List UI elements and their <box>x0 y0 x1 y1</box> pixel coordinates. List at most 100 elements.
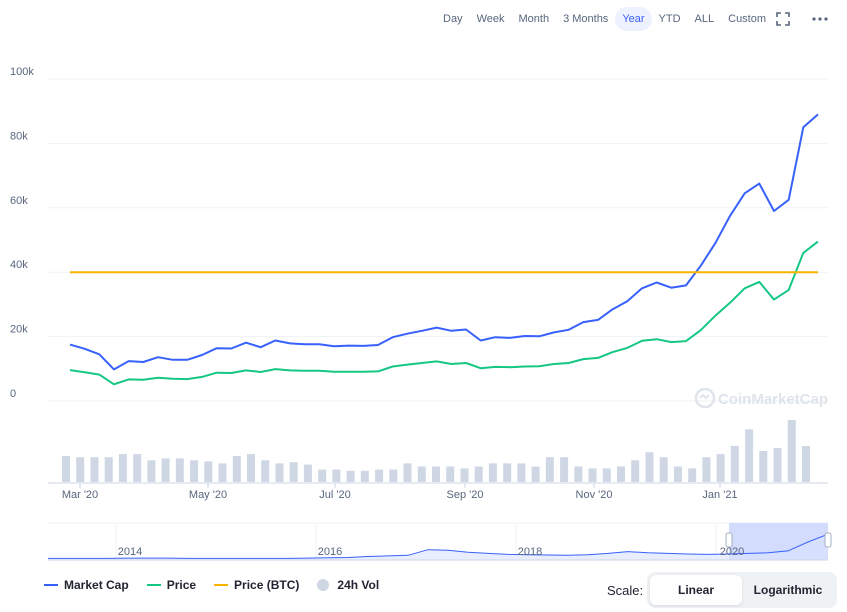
series-line-market-cap[interactable] <box>69 113 819 371</box>
volume-bar[interactable] <box>303 464 312 482</box>
scale-linear-button[interactable]: Linear <box>650 575 742 605</box>
legend-price-btc[interactable]: Price (BTC) <box>214 578 299 592</box>
navigator-handle[interactable] <box>725 532 733 548</box>
volume-bar[interactable] <box>375 469 384 482</box>
navigator-year-label: 2016 <box>318 546 342 558</box>
y-tick-label: 100k <box>10 66 34 78</box>
volume-bar[interactable] <box>645 452 654 482</box>
legend-volume-label: 24h Vol <box>337 578 380 592</box>
volume-bar[interactable] <box>531 466 540 483</box>
volume-bar[interactable] <box>389 469 398 482</box>
navigator-area <box>48 534 828 560</box>
volume-bar[interactable] <box>503 463 512 482</box>
volume-bar[interactable] <box>289 462 298 482</box>
volume-bar[interactable] <box>346 470 355 482</box>
y-tick-label: 60k <box>10 195 28 207</box>
volume-bar[interactable] <box>688 468 697 482</box>
volume-bar[interactable] <box>730 446 739 482</box>
y-axis-ticks: 100k 80k 60k 40k 20k 0 <box>10 66 34 400</box>
volume-bar[interactable] <box>147 460 156 482</box>
volume-bar[interactable] <box>204 461 213 483</box>
volume-bar[interactable] <box>602 468 611 482</box>
volume-bar[interactable] <box>318 469 327 482</box>
volume-bar[interactable] <box>574 466 583 483</box>
y-tick-label: 80k <box>10 130 28 142</box>
scale-toggle: Linear Logarithmic <box>647 572 837 608</box>
series-line-price[interactable] <box>69 240 819 386</box>
volume-bar[interactable] <box>488 463 497 482</box>
legend-market-cap-swatch <box>44 584 58 586</box>
volume-bar[interactable] <box>631 460 640 482</box>
volume-bar[interactable] <box>161 458 170 482</box>
volume-bar[interactable] <box>62 456 70 482</box>
volume-bar[interactable] <box>702 457 711 482</box>
volume-bar[interactable] <box>417 466 426 483</box>
volume-bar[interactable] <box>759 451 768 482</box>
volume-bar[interactable] <box>802 446 810 482</box>
volume-bar[interactable] <box>617 466 625 483</box>
volume-bar[interactable] <box>403 463 412 482</box>
legend-price-btc-label: Price (BTC) <box>234 578 300 592</box>
volume-bar[interactable] <box>446 466 455 483</box>
volume-bar[interactable] <box>118 454 127 482</box>
x-tick-label: Jan '21 <box>702 489 737 501</box>
legend-price-swatch <box>146 584 161 586</box>
navigator: 2014 2016 2018 2020 <box>48 522 832 561</box>
y-tick-label: 20k <box>10 324 28 336</box>
volume-bar[interactable] <box>218 463 227 482</box>
x-tick-label: May '20 <box>189 489 227 501</box>
legend-volume[interactable]: 24h Vol <box>317 578 379 592</box>
volume-bar[interactable] <box>90 457 99 482</box>
x-tick-label: Nov '20 <box>576 489 613 501</box>
volume-bar[interactable] <box>745 429 754 482</box>
navigator-year-label: 2014 <box>118 546 142 558</box>
scale-label: Scale: <box>607 583 644 598</box>
volume-bar[interactable] <box>190 460 199 482</box>
legend-price-label: Price <box>166 578 197 592</box>
volume-bar[interactable] <box>659 457 668 482</box>
volume-bar[interactable] <box>716 454 725 482</box>
legend-volume-swatch <box>317 579 330 591</box>
volume-bar[interactable] <box>275 463 284 482</box>
x-axis-ticks: Mar '20 May '20 Jul '20 Sep '20 Nov '20 Jan '… <box>62 483 738 501</box>
grid-lines <box>48 78 828 402</box>
x-tick-label: Mar '20 <box>62 489 98 501</box>
volume-bar[interactable] <box>104 457 113 482</box>
y-tick-label: 40k <box>10 259 28 271</box>
legend-market-cap[interactable]: Market Cap <box>44 578 129 592</box>
navigator-handle[interactable] <box>824 532 832 548</box>
series-lines <box>69 113 819 386</box>
navigator-year-label: 2018 <box>518 546 542 558</box>
volume-bars <box>62 420 810 482</box>
volume-bar[interactable] <box>787 420 796 482</box>
legend: Market Cap Price Price (BTC) 24h Vol <box>44 578 397 592</box>
volume-bar[interactable] <box>232 456 241 482</box>
volume-bar[interactable] <box>175 458 184 482</box>
volume-bar[interactable] <box>773 447 782 482</box>
volume-bar[interactable] <box>133 454 142 482</box>
volume-bar[interactable] <box>432 466 440 483</box>
volume-bar[interactable] <box>545 457 554 482</box>
scale-logarithmic-button[interactable]: Logarithmic <box>742 575 834 605</box>
volume-bar[interactable] <box>332 469 341 482</box>
volume-bar[interactable] <box>474 466 483 483</box>
legend-price[interactable]: Price <box>146 578 197 592</box>
volume-bar[interactable] <box>560 457 569 482</box>
x-tick-label: Sep '20 <box>447 489 484 501</box>
watermark: CoinMarketCap <box>694 387 828 409</box>
price-chart[interactable]: 100k80k60k40k20k0 CoinMarketCap Mar '20 M… <box>0 0 847 570</box>
watermark-text: CoinMarketCap <box>718 391 828 408</box>
volume-bar[interactable] <box>673 466 682 483</box>
volume-bar[interactable] <box>261 460 270 482</box>
volume-bar[interactable] <box>76 457 85 482</box>
volume-bar[interactable] <box>588 468 597 482</box>
legend-market-cap-label: Market Cap <box>64 578 129 592</box>
volume-bar[interactable] <box>517 463 526 482</box>
legend-price-btc-swatch <box>214 584 229 586</box>
navigator-year-label: 2020 <box>720 546 744 558</box>
volume-bar[interactable] <box>360 470 369 482</box>
x-tick-label: Jul '20 <box>319 489 350 501</box>
volume-bar[interactable] <box>460 468 469 482</box>
y-tick-label: 0 <box>10 388 16 400</box>
volume-bar[interactable] <box>247 454 255 482</box>
